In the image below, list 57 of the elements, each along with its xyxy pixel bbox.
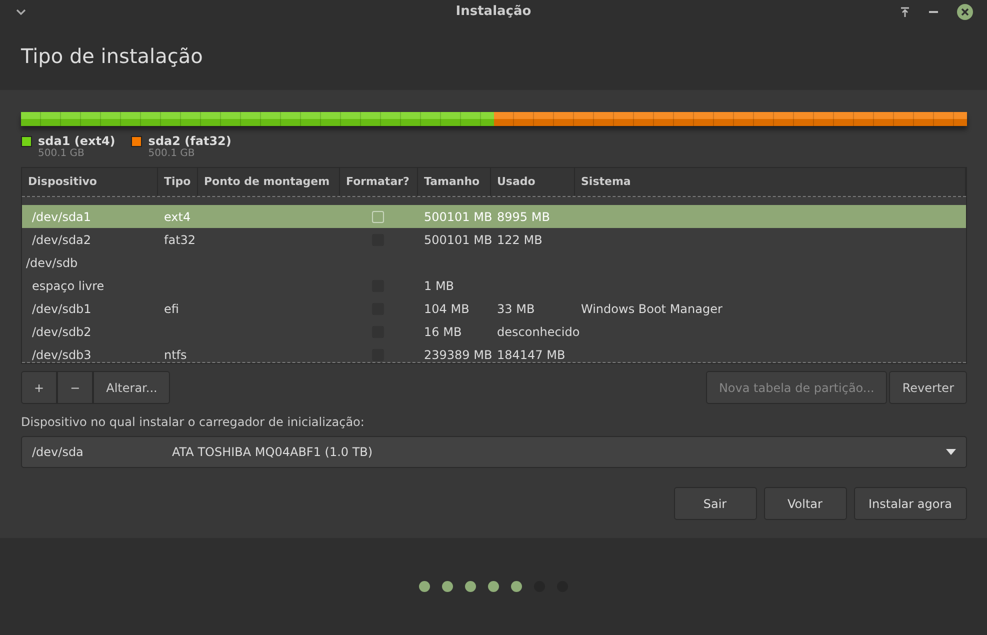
table-cell: fat32 [164,232,196,246]
bootloader-dropdown[interactable]: /dev/sda ATA TOSHIBA MQ04ABF1 (1.0 TB) [21,436,967,468]
table-cell: 500101 MB [424,210,492,224]
column-header[interactable]: Sistema [575,168,966,196]
caret-icon [946,449,956,455]
table-cell: 122 MB [497,232,542,246]
table-cell: 239389 MB [424,348,492,362]
partition-row[interactable]: espaço livre 1 MB [22,274,966,297]
table-cell: efi [164,302,179,316]
table-cell: desconhecido [497,324,580,338]
legend-label: sda2 (fat32) [148,134,232,148]
table-cell: Windows Boot Manager [581,302,722,316]
column-header[interactable]: Ponto de montagem [198,168,340,196]
table-cell: /dev/sdb1 [32,302,92,316]
column-header[interactable]: Formatar? [340,168,418,196]
pin-icon[interactable] [900,6,910,16]
legend-size: 500.1 GB [38,148,86,159]
legend-size: 500.1 GB [148,148,196,159]
table-cell: 184147 MB [497,348,566,362]
format-checkbox[interactable] [372,210,384,222]
table-cell: ntfs [164,348,187,362]
minimize-icon[interactable] [929,10,938,12]
window-title: Instalação [456,4,532,19]
partition-row[interactable]: /dev/sdb2 16 MB desconhecido [22,320,966,343]
table-cell: 8995 MB [497,210,550,224]
table-cell: /dev/sdb [26,256,78,270]
bootloader-label: Dispositivo no qual instalar o carregador de inicialização: [21,415,364,429]
revert-button[interactable]: Reverter [889,371,967,404]
table-cell: espaço livre [32,278,104,292]
page-heading: Tipo de instalação [21,44,203,68]
table-cell: 1 MB [424,278,454,292]
back-button[interactable]: Voltar [764,487,846,520]
collapse-icon[interactable] [16,8,26,14]
partition-row[interactable]: /dev/sdb1 efi 104 MB 33 MB Windows Boot Manager [22,297,966,320]
column-header[interactable]: Tamanho [418,168,491,196]
remove-button[interactable]: − [57,371,94,404]
column-header[interactable]: Tipo [158,168,198,196]
table-cell: /dev/sda2 [32,232,92,246]
table-cell: 33 MB [497,302,535,316]
partition-row[interactable]: /dev/sdb3 ntfs 239389 MB 184147 MB [22,343,966,362]
quit-button[interactable]: Sair [674,487,756,520]
column-header[interactable]: Usado [491,168,575,196]
table-cell: /dev/sdb3 [32,348,92,362]
add-button[interactable]: + [21,371,58,404]
partition-row[interactable]: /dev/sda2 fat32 500101 MB 122 MB [22,228,966,251]
install-button[interactable]: Instalar agora [854,487,967,520]
format-checkbox[interactable] [372,348,384,360]
table-cell: 104 MB [424,302,470,316]
table-cell: 16 MB [424,324,462,338]
change-button[interactable]: Alterar... [93,371,170,404]
table-cell: ext4 [164,210,191,224]
legend-label: sda1 (ext4) [38,134,116,148]
table-cell: 500101 MB [424,232,492,246]
column-header[interactable]: Dispositivo [22,168,158,196]
close-icon[interactable] [957,4,973,20]
table-cell: /dev/sdb2 [32,324,92,338]
table-cell: /dev/sda1 [32,210,92,224]
